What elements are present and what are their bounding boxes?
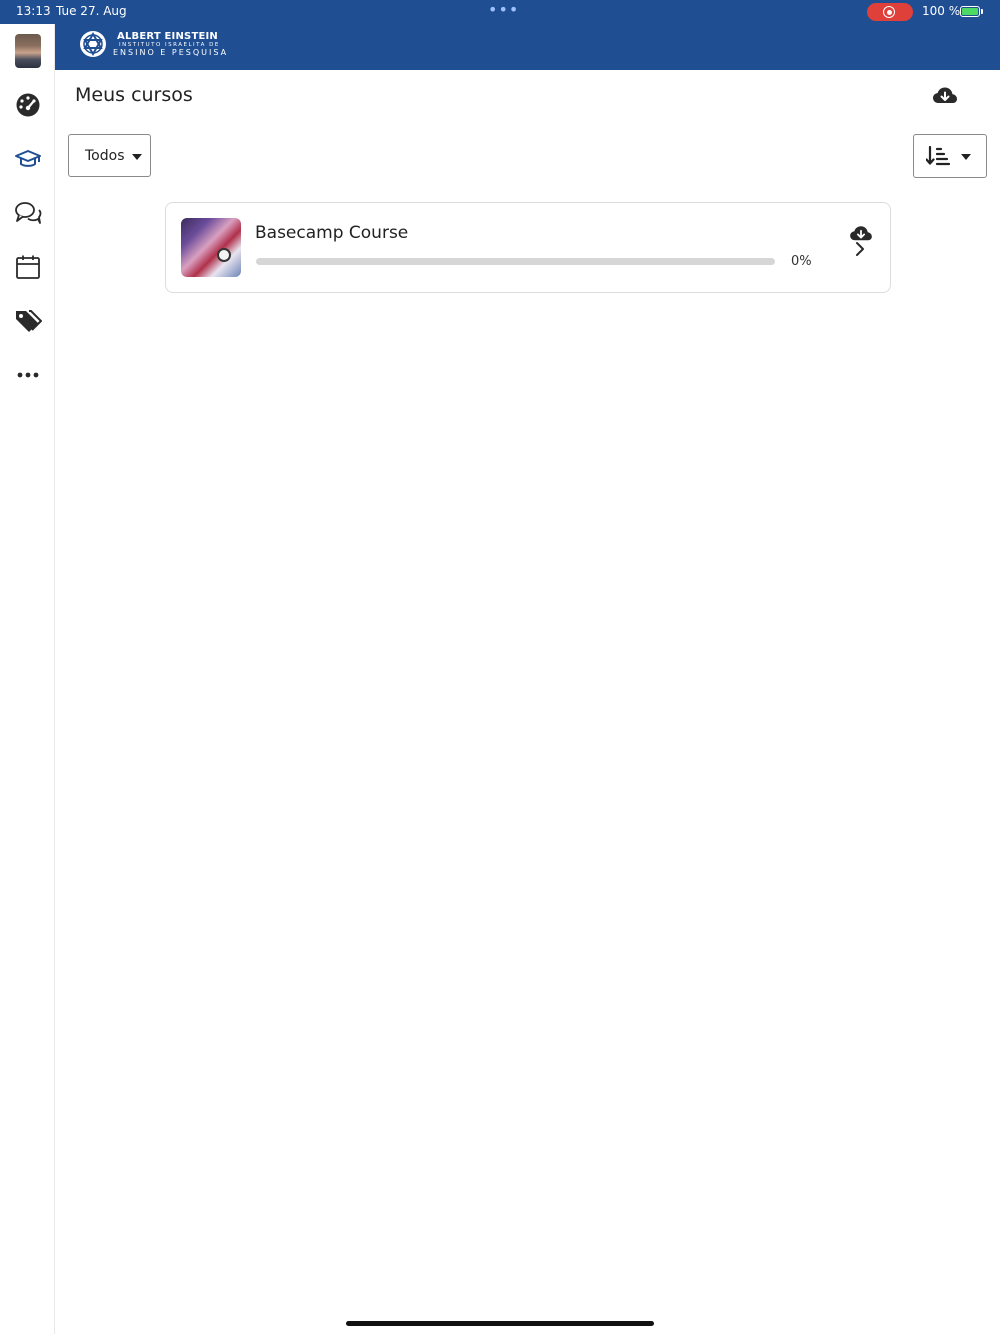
battery-icon [960, 6, 980, 17]
page-title: Meus cursos [75, 84, 193, 106]
screen-recording-indicator[interactable] [867, 3, 913, 21]
status-bar: 13:13 Tue 27. Aug ••• 100 % [0, 0, 1000, 24]
sidebar-item-more[interactable] [0, 348, 55, 402]
status-time: 13:13 [16, 4, 51, 18]
sidebar-item-dashboard[interactable] [0, 78, 55, 132]
download-all-cloud-icon[interactable] [932, 85, 958, 107]
chevron-right-icon[interactable] [854, 241, 866, 257]
battery-percentage: 100 % [922, 4, 961, 18]
calendar-icon [15, 255, 40, 279]
sort-button[interactable] [913, 134, 987, 178]
course-progress-bar [256, 258, 775, 265]
sidebar-item-tags[interactable] [0, 294, 55, 348]
chat-bubbles-icon [14, 202, 41, 224]
course-card[interactable]: Basecamp Course 0% [165, 202, 891, 293]
sidebar-item-calendar[interactable] [0, 240, 55, 294]
brand-logo: ALBERT EINSTEIN INSTITUTO ISRAELITA DE E… [79, 30, 228, 58]
status-date: Tue 27. Aug [56, 4, 127, 18]
avatar [14, 34, 41, 68]
sort-amount-down-icon [926, 146, 950, 166]
filter-selected-value: Todos [85, 148, 125, 164]
sidebar-item-messages[interactable] [0, 186, 55, 240]
einstein-logo-icon [80, 31, 106, 57]
brand-line-1: ALBERT EINSTEIN [117, 31, 218, 42]
sidebar-item-profile[interactable] [0, 24, 55, 78]
brand-line-3: ENSINO E PESQUISA [113, 48, 229, 57]
course-thumbnail [181, 218, 241, 277]
caret-down-icon [132, 154, 142, 160]
more-icon [17, 372, 38, 378]
course-name: Basecamp Course [255, 223, 409, 243]
graduation-cap-icon [14, 150, 41, 167]
multitasking-dots-icon[interactable]: ••• [488, 2, 519, 18]
home-indicator[interactable] [346, 1321, 654, 1326]
sidebar-item-courses[interactable] [0, 132, 55, 186]
tags-icon [15, 310, 42, 332]
dashboard-icon [16, 93, 39, 117]
course-progress-label: 0% [791, 254, 812, 269]
caret-down-icon [961, 154, 971, 160]
course-filter-select[interactable]: Todos [68, 134, 151, 177]
sidebar [0, 24, 55, 1334]
app-header: ALBERT EINSTEIN INSTITUTO ISRAELITA DE E… [55, 24, 1000, 70]
